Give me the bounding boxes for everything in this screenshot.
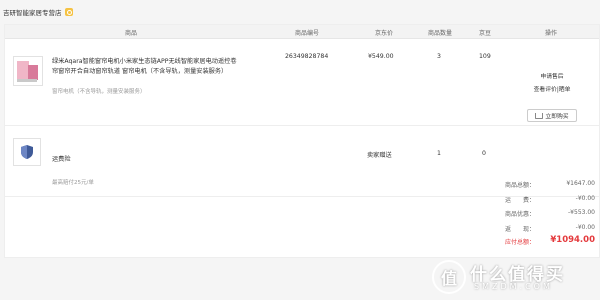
product-sku: 26349828784 [285, 53, 329, 60]
review-link[interactable]: 查看评价|晒单 [517, 84, 587, 93]
col-beans: 京豆 [479, 30, 492, 37]
service-beans: 0 [482, 150, 486, 157]
product-title-link[interactable]: 绿米Aqara智能窗帘电机小米家生态链APP无线智能家居电动遥控卷帘窗帘开合自动… [52, 57, 242, 77]
shop-header: 吉研智能家居专营店 [0, 0, 600, 24]
product-beans: 109 [479, 53, 491, 60]
table-header: 商品 商品编号 京东价 商品数量 京豆 操作 [5, 25, 599, 39]
smzdm-logo-icon: 值 [432, 260, 466, 294]
col-price: 京东价 [375, 30, 394, 37]
shop-badge-icon[interactable] [64, 8, 73, 16]
col-product: 商品 [125, 30, 138, 37]
service-price-label: 卖家赠送 [367, 152, 392, 159]
service-qty: 1 [437, 150, 441, 157]
summary-goods-total: 商品总额： ¥1647.00 [505, 180, 595, 189]
col-qty: 商品数量 [428, 30, 453, 37]
service-description: 最高赔付25元/单 [52, 180, 94, 186]
summary-discount: 商品优惠： -¥553.00 [505, 209, 595, 218]
shield-icon [13, 138, 41, 166]
table-row: 绿米Aqara智能窗帘电机小米家生态链APP无线智能家居电动遥控卷帘窗帘开合自动… [5, 39, 599, 126]
summary-payable-total: 应付总额： ¥1094.00 [505, 235, 595, 246]
apply-aftersale-link[interactable]: 申请售后 [517, 71, 587, 80]
watermark: 值 什么值得买 SMZDM.COM [432, 258, 592, 298]
summary-cashback: 返 现： -¥0.00 [505, 224, 595, 233]
col-actions: 操作 [545, 30, 558, 37]
repurchase-label: 立即购买 [545, 114, 569, 120]
repurchase-button[interactable]: 立即购买 [527, 109, 577, 122]
product-thumbnail[interactable] [13, 56, 43, 86]
watermark-domain: SMZDM.COM [474, 282, 553, 291]
cart-icon [535, 112, 544, 119]
order-detail-panel: 商品 商品编号 京东价 商品数量 京豆 操作 绿米Aqara智能窗帘电机小米家生… [4, 24, 600, 258]
summary-shipping: 运 费： -¥0.00 [505, 195, 595, 204]
col-sku: 商品编号 [295, 30, 320, 37]
product-qty: 3 [437, 53, 441, 60]
service-name-link[interactable]: 运费险 [52, 154, 71, 163]
product-attribute: 窗帘电机（不含导轨，测量安装服务） [52, 89, 146, 95]
product-price: ¥549.00 [368, 53, 394, 60]
shop-name-link[interactable]: 吉研智能家居专营店 [3, 7, 62, 17]
